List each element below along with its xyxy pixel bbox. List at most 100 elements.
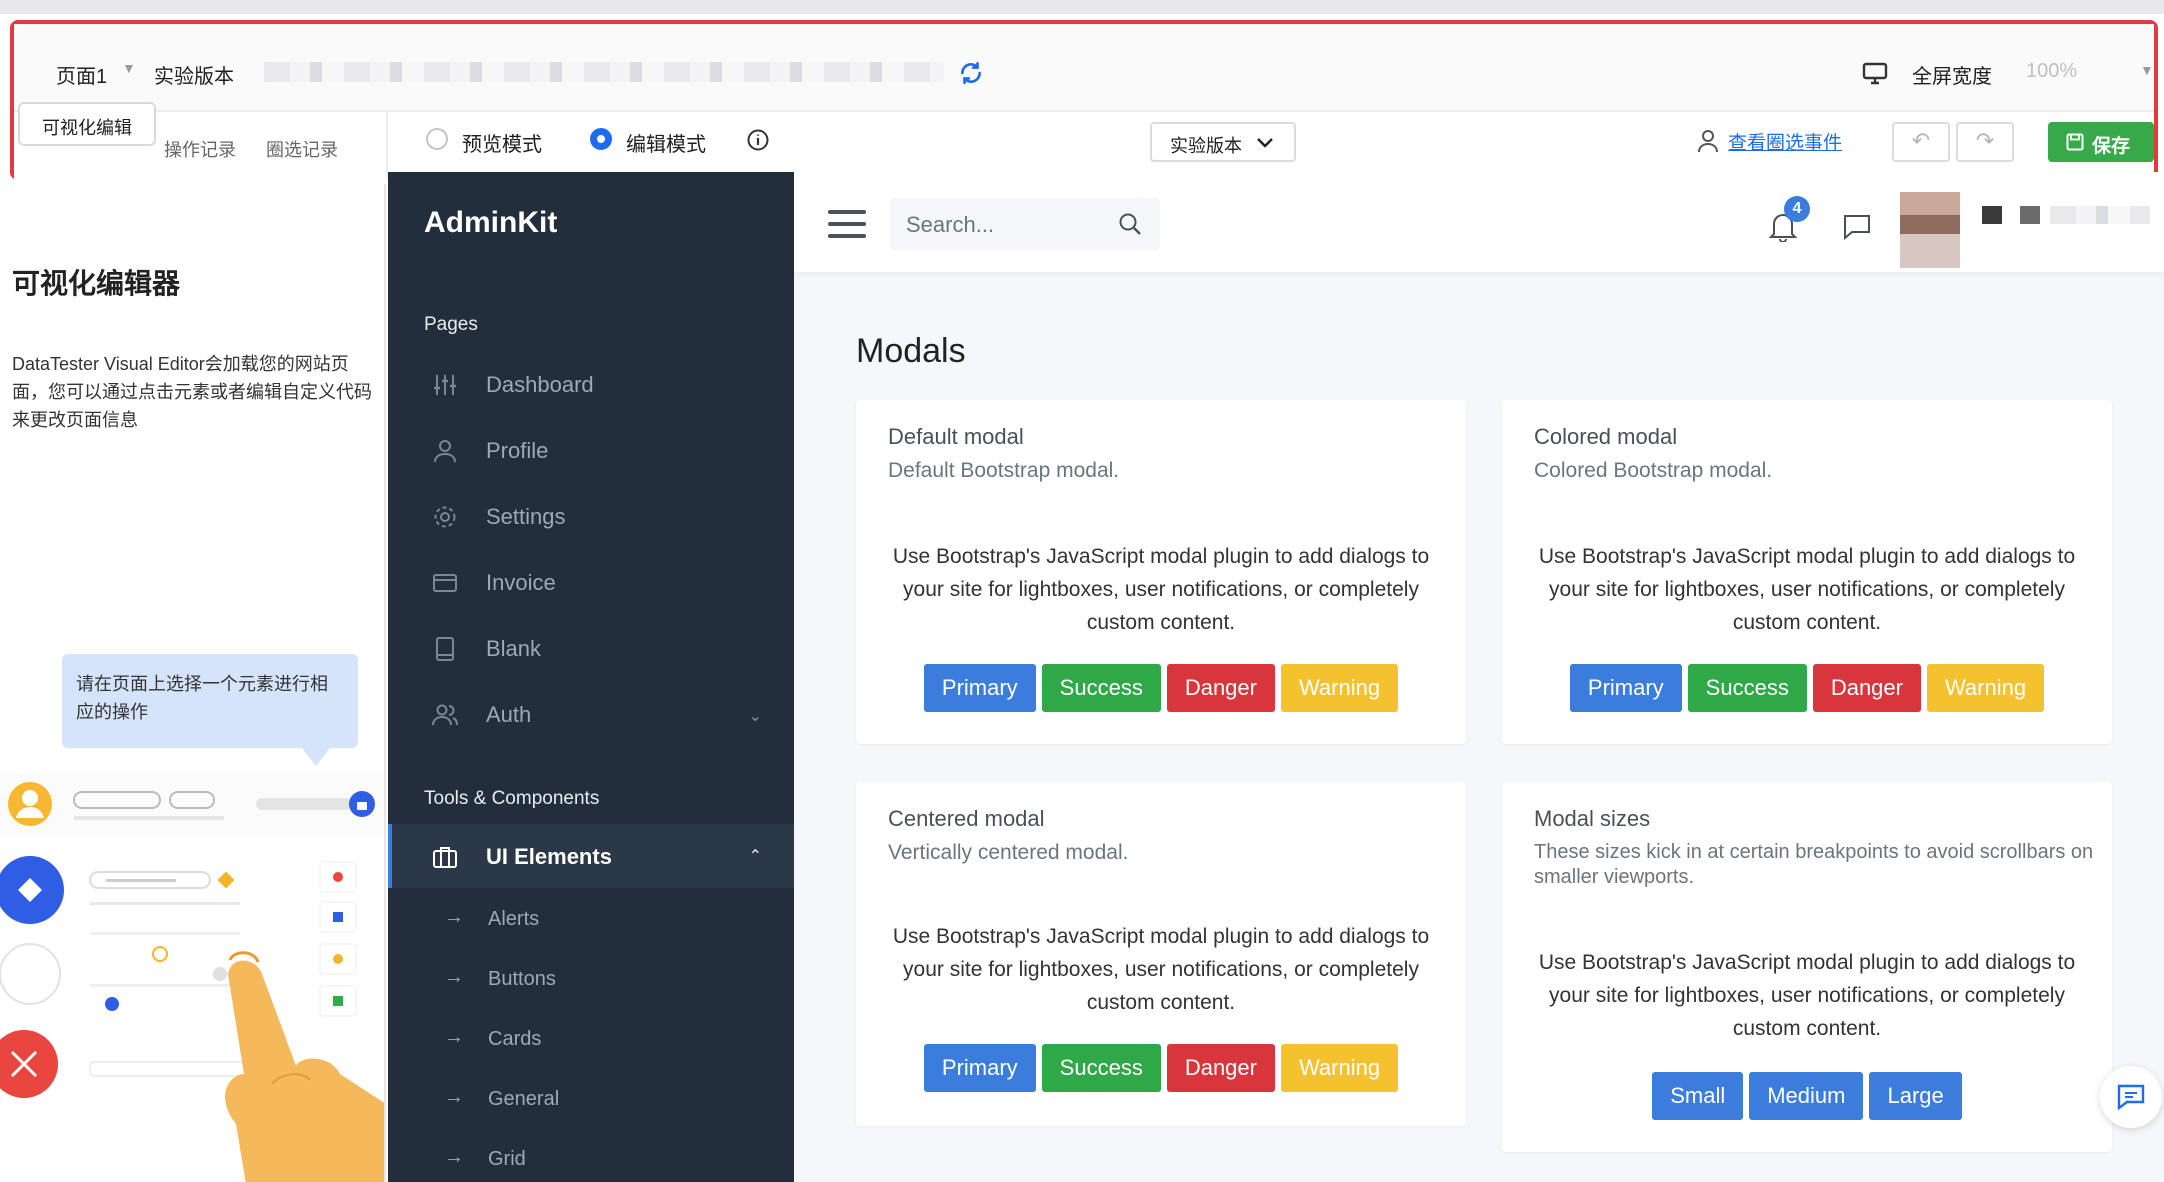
warning-button[interactable]: Warning: [1280, 664, 1399, 712]
primary-button[interactable]: Primary: [923, 664, 1036, 712]
monitor-icon[interactable]: [1862, 62, 1888, 86]
card-title: Centered modal: [888, 806, 1045, 831]
card-colored-modal: Colored modal Colored Bootstrap modal. U…: [1502, 400, 2112, 744]
version-label: 实验版本: [154, 66, 234, 88]
sidebar-subitem-general[interactable]: → General: [388, 1070, 794, 1130]
tab-operation-log[interactable]: 操作记录: [164, 136, 236, 162]
hint-bubble: 请在页面上选择一个元素进行相应的操作: [62, 654, 358, 766]
danger-button[interactable]: Danger: [1166, 1044, 1275, 1092]
version-select[interactable]: 实验版本: [1150, 122, 1296, 162]
briefcase-icon: [433, 847, 457, 868]
redo-icon: ↷: [1975, 128, 1995, 153]
primary-button[interactable]: Primary: [1569, 664, 1682, 712]
danger-button[interactable]: Danger: [1812, 664, 1921, 712]
panel-description: DataTester Visual Editor会加载您的网站页面，您可以通过点…: [12, 354, 372, 430]
primary-button[interactable]: Primary: [923, 1044, 1036, 1092]
sidebar-item-settings[interactable]: Settings: [388, 486, 794, 546]
users-icon: [432, 704, 458, 726]
tab-selection-log[interactable]: 圈选记录: [266, 136, 338, 162]
view-selection-events-link[interactable]: 查看圈选事件: [1728, 128, 1842, 155]
sidebar-subitem-buttons[interactable]: → Buttons: [388, 950, 794, 1010]
warning-button[interactable]: Warning: [1926, 664, 2045, 712]
adminkit-sidebar: AdminKit Pages Dashboard Profile Setting…: [388, 172, 794, 1182]
page-select[interactable]: 页面1: [56, 60, 107, 89]
tab-label: 可视化编辑: [42, 118, 132, 138]
top-navbar: Search... 4: [794, 172, 2164, 272]
medium-button[interactable]: Medium: [1749, 1072, 1864, 1120]
blurred-user-info: [2020, 206, 2040, 224]
sidebar-item-label: Invoice: [486, 570, 556, 595]
undo-button[interactable]: ↶: [1892, 122, 1950, 162]
zoom-value[interactable]: 100%: [2026, 60, 2077, 83]
redo-button[interactable]: ↷: [1956, 122, 2014, 162]
section-header-pages: Pages: [424, 314, 478, 335]
card-body-text: Use Bootstrap's JavaScript modal plugin …: [1538, 951, 2076, 1040]
small-button[interactable]: Small: [1652, 1072, 1744, 1120]
sidebar-item-label: Settings: [486, 504, 566, 529]
sidebar-item-invoice[interactable]: Invoice: [388, 552, 794, 612]
user-icon: [434, 440, 456, 463]
chat-widget-button[interactable]: [2100, 1066, 2162, 1128]
blurred-url: [264, 62, 944, 82]
sidebar-item-profile[interactable]: Profile: [388, 420, 794, 480]
arrow-right-icon: →: [444, 906, 464, 928]
preview-mode-radio[interactable]: [426, 128, 448, 150]
chevron-down-icon[interactable]: ▼: [122, 60, 136, 76]
sidebar-subitem-cards[interactable]: → Cards: [388, 1010, 794, 1070]
save-label: 保存: [2092, 136, 2131, 157]
sidebar-item-ui-elements[interactable]: UI Elements ⌃: [388, 824, 794, 888]
hint-text: 请在页面上选择一个元素进行相应的操作: [76, 674, 328, 722]
fullscreen-width-label[interactable]: 全屏宽度: [1912, 60, 1992, 89]
card-centered-modal: Centered modal Vertically centered modal…: [856, 782, 1466, 1126]
success-button[interactable]: Success: [1687, 664, 1807, 712]
edit-mode-radio[interactable]: [590, 128, 612, 150]
info-icon[interactable]: [746, 128, 770, 152]
section-header-tools: Tools & Components: [424, 788, 600, 809]
card-default-modal: Default modal Default Bootstrap modal. U…: [856, 400, 1466, 744]
chevron-down-icon: ⌄: [748, 708, 762, 725]
arrow-right-icon: →: [444, 966, 464, 988]
tab-visual-edit[interactable]: 可视化编辑: [18, 102, 156, 146]
warning-button[interactable]: Warning: [1280, 1044, 1399, 1092]
divider: [386, 110, 388, 178]
hamburger-menu-icon[interactable]: [828, 210, 866, 238]
sidebar-subitem-label: Buttons: [488, 968, 556, 990]
page-title: Modals: [856, 332, 966, 370]
chevron-down-icon[interactable]: ▼: [2140, 62, 2154, 78]
chevron-up-icon: ⌃: [748, 848, 762, 865]
card-subtitle: These sizes kick in at certain breakpoin…: [1534, 841, 2094, 888]
version-select-label: 实验版本: [1170, 136, 1242, 156]
refresh-icon[interactable]: [958, 60, 984, 86]
search-input[interactable]: Search...: [906, 212, 994, 238]
search-box[interactable]: Search...: [890, 198, 1160, 250]
sliders-icon: [434, 375, 456, 395]
avatar[interactable]: [1900, 192, 1960, 268]
main-content: Search... 4 Modals Default modal Default…: [794, 172, 2164, 1182]
sidebar-item-blank[interactable]: Blank: [388, 618, 794, 678]
preview-mode-label[interactable]: 预览模式: [462, 128, 542, 157]
button-row: Primary Success Danger Warning: [1502, 664, 2112, 712]
edit-mode-label[interactable]: 编辑模式: [626, 128, 706, 157]
sidebar-subitem-alerts[interactable]: → Alerts: [388, 890, 794, 950]
sidebar-subitem-label: Grid: [488, 1148, 526, 1170]
sidebar-item-auth[interactable]: Auth ⌄: [388, 684, 794, 744]
success-button[interactable]: Success: [1041, 1044, 1161, 1092]
danger-button[interactable]: Danger: [1166, 664, 1275, 712]
success-button[interactable]: Success: [1041, 664, 1161, 712]
brand-logo[interactable]: AdminKit: [424, 206, 557, 240]
save-button[interactable]: 保存: [2048, 122, 2154, 162]
chat-icon: [2117, 1084, 2145, 1110]
window-top-strip: [0, 0, 2164, 14]
blurred-user-info: [1982, 206, 2002, 224]
sidebar-item-dashboard[interactable]: Dashboard: [388, 354, 794, 414]
message-icon[interactable]: [1842, 212, 1872, 242]
sidebar-item-label: Dashboard: [486, 372, 594, 397]
panel-title: 可视化编辑器: [12, 268, 181, 299]
large-button[interactable]: Large: [1869, 1072, 1962, 1120]
sidebar-subitem-grid[interactable]: → Grid: [388, 1130, 794, 1182]
undo-icon: ↶: [1911, 128, 1931, 153]
search-icon[interactable]: [1118, 212, 1142, 236]
card-body-text: Use Bootstrap's JavaScript modal plugin …: [892, 545, 1430, 634]
sidebar-subitem-label: Cards: [488, 1028, 542, 1050]
button-row: Primary Success Danger Warning: [856, 1044, 1466, 1092]
